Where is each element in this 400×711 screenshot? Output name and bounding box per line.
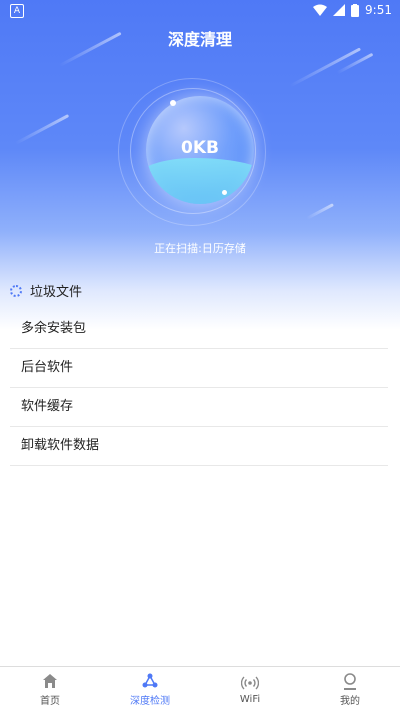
water-level [146, 158, 254, 204]
wifi-signal-icon [313, 4, 328, 16]
sparkle-dot [222, 190, 227, 195]
section-header: 垃圾文件 [10, 281, 82, 300]
detect-icon [142, 673, 158, 687]
scan-size: 0KB [181, 138, 219, 158]
tab-label: 深度检测 [130, 695, 170, 707]
home-icon [43, 673, 57, 688]
bottom-tab-bar: 首页 深度检测 WiFi 我的 [0, 666, 400, 711]
tab-label: 我的 [340, 695, 360, 707]
list-item[interactable]: 软件缓存 [10, 388, 388, 427]
tab-home[interactable]: 首页 [0, 667, 100, 711]
decor-streak [306, 203, 334, 220]
status-bar: A 9:51 [0, 0, 400, 22]
page-title: 深度清理 [167, 30, 232, 49]
wifi-icon [241, 676, 259, 689]
list-item[interactable]: 后台软件 [10, 349, 388, 388]
scan-status: 正在扫描:日历存储 [154, 242, 246, 255]
tab-label: WiFi [239, 693, 261, 705]
status-time: 9:51 [365, 3, 392, 17]
notification-icon: A [10, 4, 24, 18]
section-title: 垃圾文件 [30, 285, 83, 300]
battery-icon [351, 3, 360, 17]
profile-icon [344, 672, 356, 690]
list-item[interactable]: 卸载软件数据 [10, 427, 388, 466]
cell-signal-icon [333, 4, 346, 16]
sparkle-dot [170, 100, 176, 106]
tab-label: 首页 [40, 695, 60, 707]
tab-wifi[interactable]: WiFi [200, 667, 300, 711]
list-item[interactable]: 多余安装包 [10, 310, 388, 349]
junk-list: 多余安装包 后台软件 软件缓存 卸载软件数据 [10, 310, 388, 466]
tab-deep-detect[interactable]: 深度检测 [100, 667, 200, 711]
decor-streak [14, 114, 70, 145]
tab-profile[interactable]: 我的 [300, 667, 400, 711]
loading-spinner-icon [10, 284, 22, 297]
